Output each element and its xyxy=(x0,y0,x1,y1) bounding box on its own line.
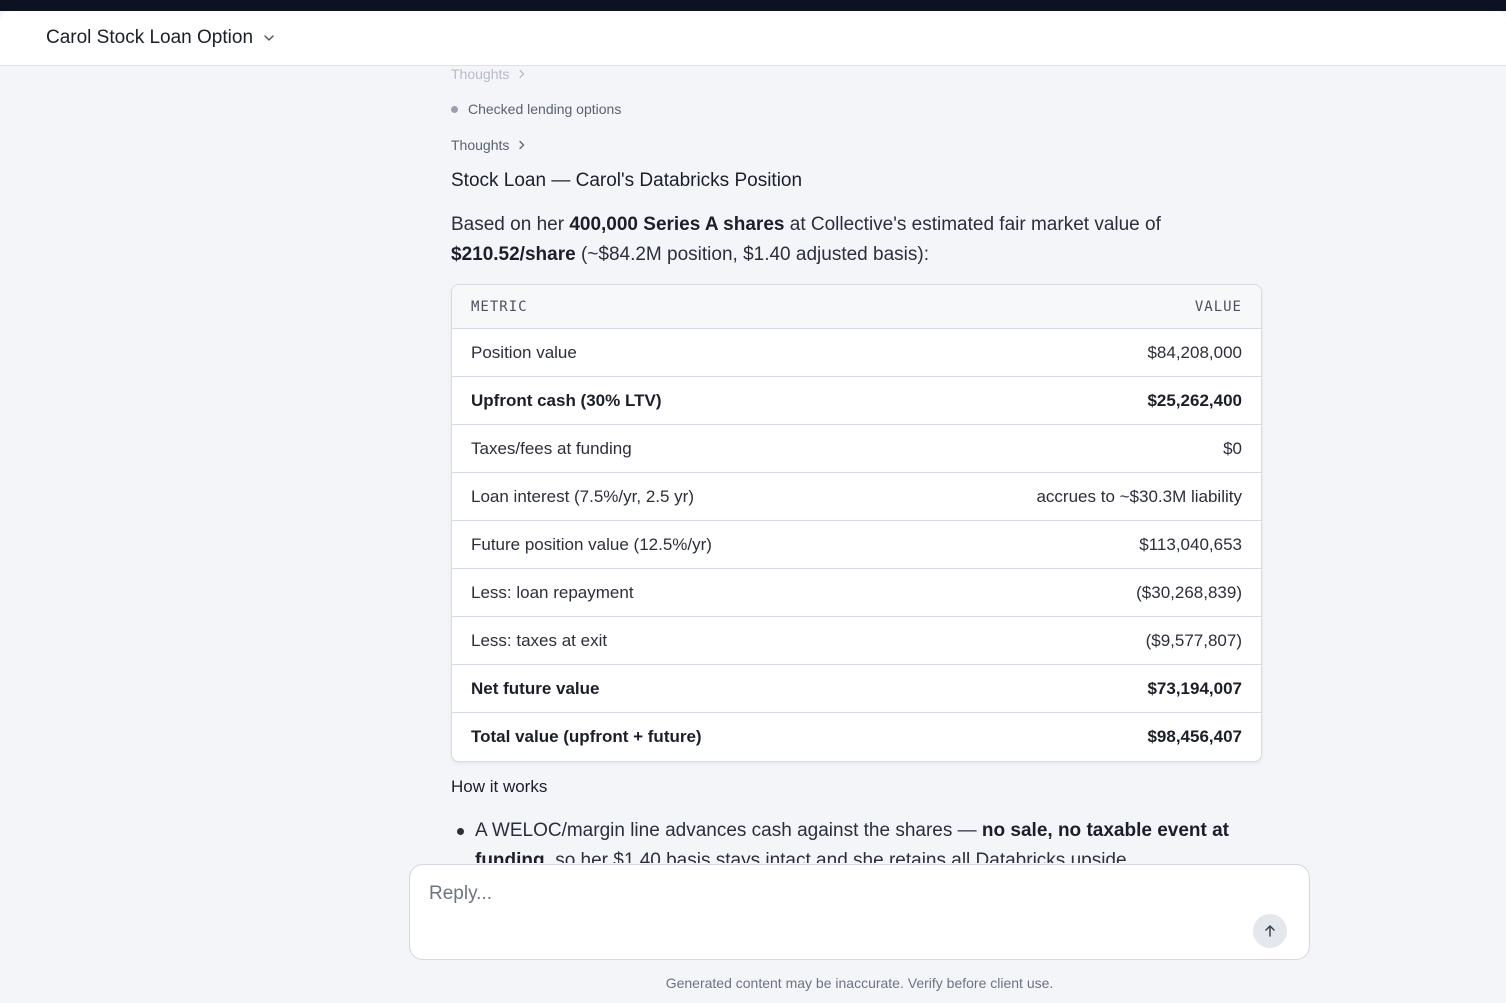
table-row: Loan interest (7.5%/yr, 2.5 yr) accrues … xyxy=(452,473,1261,521)
table-row: Future position value (12.5%/yr) $113,04… xyxy=(452,521,1261,569)
chevron-right-icon xyxy=(519,140,525,150)
metric-cell: Taxes/fees at funding xyxy=(471,438,632,458)
list-item-text: A WELOC/margin line advances cash agains… xyxy=(475,816,1251,863)
response-heading: Stock Loan — Carol's Databricks Position xyxy=(451,170,803,191)
table-header: METRIC VALUE xyxy=(452,285,1261,329)
table-row: Less: taxes at exit ($9,577,807) xyxy=(452,617,1261,665)
thoughts-label: Thoughts xyxy=(451,137,510,153)
intro-text: (~$84.2M position, $1.40 adjusted basis)… xyxy=(575,244,929,265)
metric-cell: Less: taxes at exit xyxy=(471,630,608,650)
reply-composer xyxy=(409,864,1310,960)
value-cell: ($9,577,807) xyxy=(1145,630,1242,650)
table-row: Upfront cash (30% LTV) $25,262,400 xyxy=(452,377,1261,425)
intro-text: at Collective's estimated fair market va… xyxy=(784,214,1161,235)
step-dot-icon xyxy=(451,105,458,113)
value-cell: $25,262,400 xyxy=(1147,390,1242,410)
column-header-value: VALUE xyxy=(1194,298,1242,315)
metric-cell: Upfront cash (30% LTV) xyxy=(471,390,662,410)
chevron-right-icon xyxy=(519,69,525,79)
value-cell: $73,194,007 xyxy=(1147,678,1242,698)
bullet-icon xyxy=(457,828,464,835)
intro-bold: 400,000 Series A shares xyxy=(569,214,785,235)
value-cell: $84,208,000 xyxy=(1147,342,1242,362)
step-label: Checked lending options xyxy=(468,101,622,117)
value-cell: $98,456,407 xyxy=(1147,727,1242,746)
intro-text: Based on her xyxy=(451,214,570,235)
response-intro: Based on her 400,000 Series A shares at … xyxy=(451,210,1211,270)
table-row: Net future value $73,194,007 xyxy=(452,665,1261,713)
metric-cell: Position value xyxy=(471,342,577,362)
thoughts-toggle-faded[interactable]: Thoughts xyxy=(451,66,527,82)
conversation-title: Carol Stock Loan Option xyxy=(46,27,254,48)
value-cell: accrues to ~$30.3M liability xyxy=(1036,486,1242,506)
disclaimer: Generated content may be inaccurate. Ver… xyxy=(665,975,1054,991)
chevron-down-icon xyxy=(264,35,274,41)
metrics-table: METRIC VALUE Position value $84,208,000 … xyxy=(451,284,1262,762)
bullet-text: A WELOC/margin line advances cash agains… xyxy=(475,820,982,841)
thoughts-label: Thoughts xyxy=(451,66,510,82)
intro-bold: $210.52/share xyxy=(451,244,576,265)
conversation-title-menu[interactable]: Carol Stock Loan Option xyxy=(46,27,275,49)
table-row: Less: loan repayment ($30,268,839) xyxy=(452,569,1261,617)
conversation-thread[interactable]: Thoughts Checked lending options Thought… xyxy=(0,66,1506,863)
metric-cell: Net future value xyxy=(471,678,600,698)
arrow-up-icon xyxy=(1265,925,1275,937)
metric-cell: Total value (upfront + future) xyxy=(471,727,702,746)
value-cell: $0 xyxy=(1223,438,1242,458)
list-item: A WELOC/margin line advances cash agains… xyxy=(451,816,1251,863)
value-cell: ($30,268,839) xyxy=(1136,582,1242,602)
column-header-metric: METRIC xyxy=(471,298,528,315)
metric-cell: Future position value (12.5%/yr) xyxy=(471,534,712,554)
section-heading: How it works xyxy=(451,777,548,796)
send-button[interactable] xyxy=(1253,914,1287,948)
thoughts-toggle[interactable]: Thoughts xyxy=(451,137,527,153)
window-top-bar xyxy=(0,0,1506,11)
tool-step: Checked lending options xyxy=(451,101,621,117)
metric-cell: Less: loan repayment xyxy=(471,582,634,602)
table-row: Taxes/fees at funding $0 xyxy=(452,425,1261,473)
table-row: Position value $84,208,000 xyxy=(452,329,1261,377)
metric-cell: Loan interest (7.5%/yr, 2.5 yr) xyxy=(471,486,694,506)
value-cell: $113,040,653 xyxy=(1139,534,1242,554)
reply-input[interactable] xyxy=(429,879,1229,909)
conversation-header: Carol Stock Loan Option xyxy=(0,11,1506,66)
bullet-text: , so her $1.40 basis stays intact and sh… xyxy=(544,850,1132,863)
table-row: Total value (upfront + future) $98,456,4… xyxy=(452,713,1261,761)
